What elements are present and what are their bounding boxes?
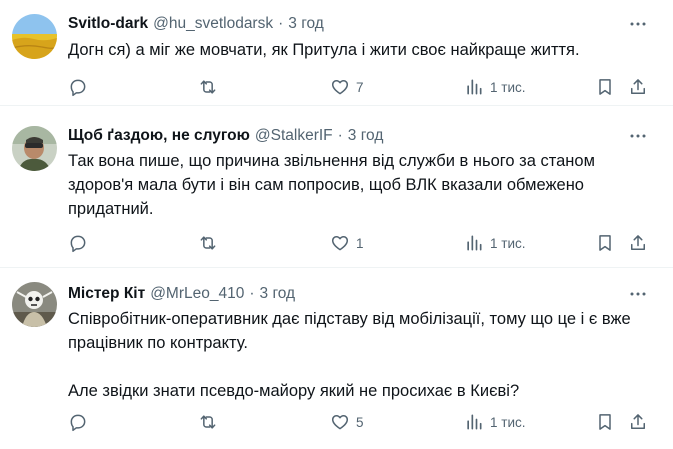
like-count: 7 <box>356 79 364 95</box>
reply-icon <box>70 79 86 97</box>
views-button[interactable]: 1 тис. <box>464 229 525 257</box>
bookmark-button[interactable] <box>595 229 615 257</box>
post-time[interactable]: 3 год <box>288 13 324 35</box>
share-icon <box>631 235 645 250</box>
view-count: 1 тис. <box>490 414 526 430</box>
post-time[interactable]: 3 год <box>348 125 384 147</box>
bookmark-button[interactable] <box>595 408 615 436</box>
post-paragraph: Так вона пише, що причина звільнення від… <box>68 152 595 218</box>
view-count: 1 тис. <box>490 235 526 251</box>
repost-button[interactable] <box>198 73 224 101</box>
repost-button[interactable] <box>198 408 224 436</box>
view-count: 1 тис. <box>490 79 526 95</box>
reply-post[interactable]: Svitlo-dark @hu_svetlodarsk · 3 год Догн… <box>0 0 673 106</box>
like-count: 5 <box>356 414 364 430</box>
like-button[interactable]: 7 <box>330 73 364 101</box>
reply-button[interactable] <box>68 408 94 436</box>
bookmark-icon <box>599 235 611 251</box>
reply-icon <box>70 235 86 253</box>
more-horizontal-icon[interactable] <box>627 125 649 147</box>
post-header: Щоб ґаздою, не слугою @StalkerIF · 3 год <box>68 125 623 147</box>
repost-icon <box>200 415 216 429</box>
more-horizontal-icon[interactable] <box>627 13 649 35</box>
post-paragraph: Співробітник-оперативник дає підставу ві… <box>68 310 631 352</box>
repost-icon <box>200 80 216 94</box>
share-icon <box>631 79 645 94</box>
author-handle[interactable]: @StalkerIF <box>255 125 333 147</box>
replies-feed: Svitlo-dark @hu_svetlodarsk · 3 год Догн… <box>0 0 673 449</box>
author-handle[interactable]: @hu_svetlodarsk <box>153 13 273 35</box>
share-button[interactable] <box>628 73 648 101</box>
action-bar: 7 1 тис. <box>58 73 658 101</box>
avatar[interactable] <box>12 282 57 327</box>
reply-post[interactable]: Щоб ґаздою, не слугою @StalkerIF · 3 год… <box>0 106 673 268</box>
views-button[interactable]: 1 тис. <box>464 73 525 101</box>
views-bar-chart-icon <box>467 414 482 430</box>
like-heart-icon <box>331 236 349 251</box>
views-button[interactable]: 1 тис. <box>464 408 525 436</box>
post-time[interactable]: 3 год <box>260 283 296 305</box>
post-text: Так вона пише, що причина звільнення від… <box>68 149 633 221</box>
separator-dot: · <box>249 285 255 302</box>
reply-icon <box>70 414 86 432</box>
repost-icon <box>200 236 216 250</box>
bookmark-icon <box>599 414 611 430</box>
author-name[interactable]: Містер Кіт <box>68 283 145 305</box>
post-text: Співробітник-оперативник дає підставу ві… <box>68 307 633 403</box>
like-button[interactable]: 5 <box>330 408 364 436</box>
bookmark-button[interactable] <box>595 73 615 101</box>
like-button[interactable]: 1 <box>330 229 364 257</box>
repost-button[interactable] <box>198 229 224 257</box>
avatar[interactable] <box>12 14 57 59</box>
reply-button[interactable] <box>68 73 94 101</box>
separator-dot: · <box>278 15 284 32</box>
action-bar: 5 1 тис. <box>58 408 658 436</box>
more-horizontal-icon[interactable] <box>627 283 649 305</box>
share-button[interactable] <box>628 408 648 436</box>
action-bar: 1 1 тис. <box>58 229 658 257</box>
like-heart-icon <box>331 80 349 95</box>
author-handle[interactable]: @MrLeo_410 <box>150 283 244 305</box>
post-paragraph: Догн ся) а міг же мовчати, як Притула і … <box>68 41 580 59</box>
views-bar-chart-icon <box>467 235 482 251</box>
author-name[interactable]: Svitlo-dark <box>68 13 148 35</box>
avatar[interactable] <box>12 126 57 171</box>
post-paragraph: Але звідки знати псевдо-майору який не п… <box>68 382 520 400</box>
separator-dot: · <box>337 127 343 144</box>
author-name[interactable]: Щоб ґаздою, не слугою <box>68 125 250 147</box>
post-header: Містер Кіт @MrLeo_410 · 3 год <box>68 283 623 305</box>
views-bar-chart-icon <box>467 79 482 95</box>
like-heart-icon <box>331 415 349 430</box>
reply-post[interactable]: Містер Кіт @MrLeo_410 · 3 год Співробітн… <box>0 268 673 449</box>
bookmark-icon <box>599 79 611 95</box>
post-header: Svitlo-dark @hu_svetlodarsk · 3 год <box>68 13 623 35</box>
post-text: Догн ся) а міг же мовчати, як Притула і … <box>68 38 633 62</box>
like-count: 1 <box>356 235 364 251</box>
share-button[interactable] <box>628 229 648 257</box>
share-icon <box>631 414 645 429</box>
reply-button[interactable] <box>68 229 94 257</box>
